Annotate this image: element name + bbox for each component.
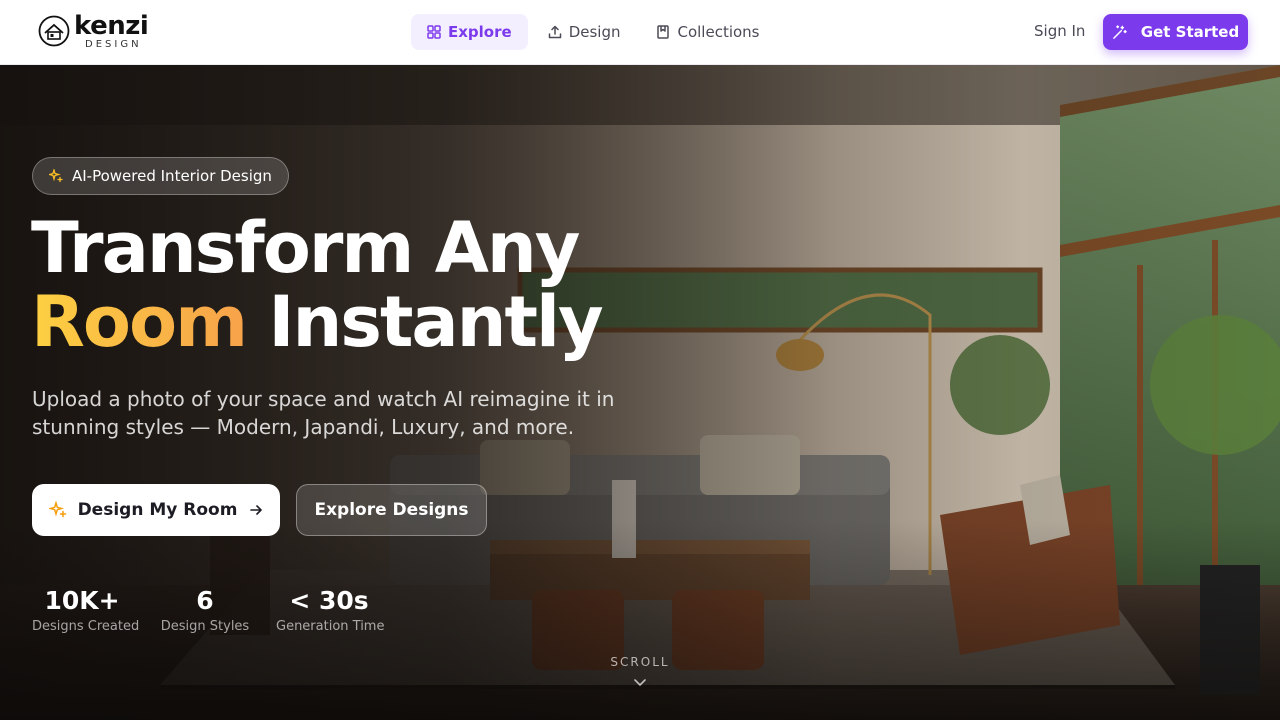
stat-generation-time: < 30s Generation Time — [276, 585, 385, 634]
tab-design[interactable]: Design — [532, 14, 637, 50]
arrow-right-icon — [250, 505, 263, 515]
headline-highlight: Room — [31, 281, 248, 363]
upload-icon — [548, 25, 561, 39]
headline-line1: Transform Any — [31, 207, 580, 289]
stat-label: Designs Created — [32, 619, 140, 634]
stat-design-styles: 6 Design Styles — [160, 585, 250, 634]
sparkles-icon — [48, 501, 66, 518]
scroll-label: SCROLL — [610, 655, 670, 669]
headline-line2: Room Instantly — [31, 285, 604, 359]
logo-wordmark: kenzi — [74, 11, 149, 41]
stat-designs-created: 10K+ Designs Created — [32, 585, 140, 634]
headline-line2-rest: Instantly — [268, 281, 603, 363]
sign-in-link[interactable]: Sign In — [1034, 22, 1085, 40]
grid-icon — [427, 25, 441, 39]
sparkles-icon — [49, 169, 63, 183]
chevron-down-icon — [634, 679, 646, 686]
bookmark-icon — [657, 25, 670, 39]
get-started-label: Get Started — [1140, 23, 1240, 41]
get-started-button[interactable]: Get Started — [1103, 14, 1248, 50]
tab-collections[interactable]: Collections — [640, 14, 775, 50]
stat-value: < 30s — [289, 586, 369, 615]
tab-explore[interactable]: Explore — [411, 14, 528, 50]
hero-subtitle: Upload a photo of your space and watch A… — [32, 387, 615, 439]
ai-badge-label: AI-Powered Interior Design — [72, 167, 272, 185]
nav-tabs: Explore Design Collections — [411, 14, 780, 50]
magic-wand-icon — [1112, 24, 1127, 39]
scroll-indicator[interactable]: SCROLL — [590, 655, 690, 689]
logo-house-icon — [38, 15, 70, 47]
tab-collections-label: Collections — [677, 23, 760, 41]
top-nav: kenzi DESIGN Explore Design Collections … — [0, 0, 1280, 65]
logo-subtitle: DESIGN — [85, 39, 142, 50]
design-my-room-button[interactable]: Design My Room — [32, 484, 280, 536]
hero-section: AI-Powered Interior Design Transform Any… — [0, 65, 1280, 720]
logo[interactable]: kenzi DESIGN — [38, 11, 158, 53]
ai-badge: AI-Powered Interior Design — [32, 157, 289, 195]
explore-designs-button[interactable]: Explore Designs — [296, 484, 487, 536]
stat-label: Design Styles — [160, 619, 250, 634]
hero-headline: Transform Any Room Instantly — [31, 211, 604, 359]
stat-label: Generation Time — [276, 619, 385, 634]
stat-value: 6 — [196, 586, 214, 615]
tab-design-label: Design — [568, 23, 621, 41]
design-my-room-label: Design My Room — [77, 500, 238, 520]
stat-value: 10K+ — [44, 586, 120, 615]
tab-explore-label: Explore — [448, 23, 512, 41]
